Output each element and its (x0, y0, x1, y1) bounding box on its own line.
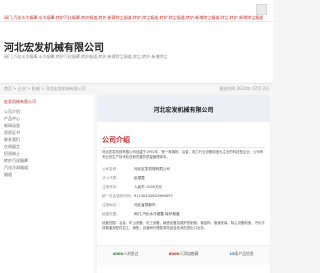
stat-views: 4000人浏览过 (97, 251, 154, 257)
info-value: 河北省邯郸市 (134, 203, 156, 207)
sidebar-item[interactable]: 在线留言 (4, 144, 20, 150)
info-row: 注册地址： 河北省邯郸市 (102, 202, 265, 210)
sidebar-item[interactable]: 烟道 (4, 172, 12, 178)
info-row: 统一社会信用代码： 91130432601960097 (102, 193, 265, 201)
banner-title: 河北宏发机械有限公司 (153, 107, 214, 114)
info-label: 法人代表： (102, 176, 120, 180)
sidebar-item[interactable]: 汽化冷却烟道 (4, 165, 28, 171)
breadcrumb-bar: 首页 > 企业 > 机械 > 河北宏发机械有限公司 营业时间 2024年 07月… (0, 84, 273, 93)
sidebar-item[interactable]: 产品中心 (4, 116, 20, 122)
section-title: 公司介绍 (102, 136, 130, 144)
breadcrumb[interactable]: 首页 > 企业 > 机械 > 河北宏发机械有限公司 (4, 86, 86, 92)
divider (102, 147, 265, 148)
sidebar: 宏发机械有限公司 公司介绍 产品中心 新闻动态 资质证书 联系我们 在线留言 招… (0, 95, 93, 273)
info-label: 注册资本： (102, 185, 120, 189)
info-row: 法人代表： 赵丽霞 (102, 175, 265, 183)
sidebar-item[interactable]: 公司介绍 (4, 109, 20, 115)
info-value: 人民币 1000万元 (134, 185, 163, 189)
stat-label: 条产品信息 (234, 251, 254, 256)
stat-products: 15条产品信息 (213, 251, 270, 257)
breadcrumb-right: 营业时间 2024年 07月 2日 (219, 86, 269, 91)
info-label: 公司名称： (102, 167, 120, 171)
info-label: 注册地址： (102, 203, 120, 207)
info-row: 经营范围： 阀门,汽化水冷烟罩,转炉烟道 (102, 211, 265, 219)
main-content: 河北宏发机械有限公司 公司介绍 河北宏发机械有限公司创建于1992年，是一家钢铁… (97, 95, 270, 273)
sidebar-item[interactable]: 资质证书 (4, 130, 20, 136)
header-keywords[interactable]: 阀门,汽化水冷烟罩,水冷烟罩,转炉汽化烟罩,转炉烟道,转炉,新建除尘烟道,除尘,… (4, 54, 167, 60)
stats-bar: 4000人浏览过 8000人添加收藏 15条产品信息 (97, 245, 270, 265)
company-banner: 河北宏发机械有限公司 (97, 95, 270, 122)
company-name[interactable]: 河北宏发机械有限公司 (4, 39, 104, 54)
info-row: 注册资本： 人民币 1000万元 (102, 184, 265, 192)
site-header: 河北宏发机械有限公司 阀门,汽化水冷烟罩,水冷烟罩,转炉汽化烟罩,转炉烟道,转炉… (0, 22, 273, 84)
info-value: 阀门,汽化水冷烟罩,转炉烟道 (134, 212, 180, 216)
stat-favorites: 8000人添加收藏 (155, 251, 212, 257)
top-bar: 阀门,汽化水冷烟罩,水冷烟罩,转炉汽化烟罩,转炉烟道,转炉,新建除尘烟道,转炉,… (0, 0, 273, 22)
top-keywords[interactable]: 阀门,汽化水冷烟罩,水冷烟罩,转炉汽化烟罩,转炉烟道,转炉,新建除尘烟道,转炉,… (4, 15, 263, 21)
stat-number: 4000 (112, 251, 124, 256)
sidebar-item[interactable]: 招贤纳士 (4, 151, 20, 157)
info-label: 经营范围： (102, 212, 120, 216)
info-value: 91130432601960097 (134, 194, 173, 198)
sidebar-item[interactable]: 联系我们 (4, 137, 20, 143)
sidebar-item[interactable]: 转炉汽化烟罩 (4, 158, 28, 164)
company-intro: 河北宏发机械有限公司创建于1992年，是一家钢铁、冶金、电力行业设备制造为主业的… (102, 150, 264, 159)
stat-number: 8000 (168, 251, 180, 256)
business-scope: 经营范围：冶金、矿山设备、化工设备、铸造设备及锅炉的制造；钢结构、管道安装、除尘… (102, 221, 265, 230)
sidebar-item[interactable]: 新闻动态 (4, 123, 20, 129)
info-row: 公司名称： 河北宏发机械有限公司 (102, 166, 265, 174)
sidebar-heading: 宏发机械有限公司 (4, 99, 36, 104)
info-value: 河北宏发机械有限公司 (134, 167, 170, 171)
qr-code-icon (256, 4, 267, 15)
stat-label: 人添加收藏 (179, 251, 199, 256)
stat-label: 人浏览过 (123, 251, 139, 256)
info-value: 赵丽霞 (134, 176, 145, 180)
info-label: 统一社会信用代码： (102, 194, 135, 198)
